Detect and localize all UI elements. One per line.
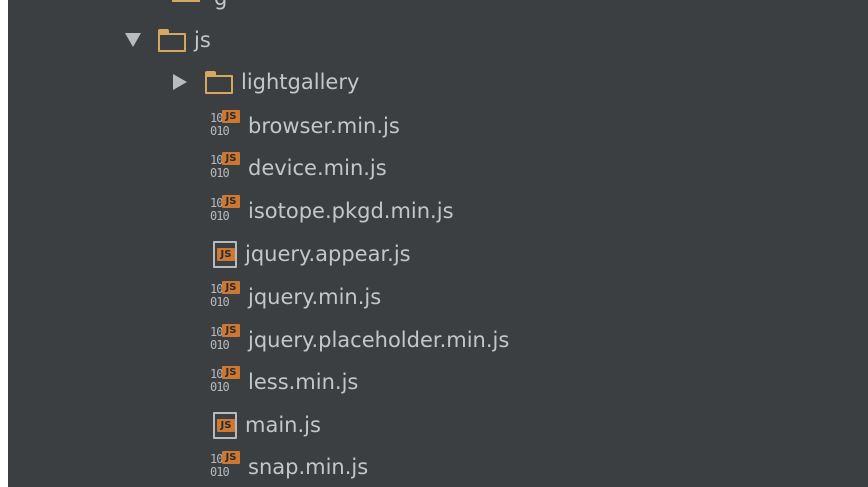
minified-js-icon: 10 010 JS [210,366,240,398]
minified-js-icon: 10 010 JS [210,195,240,227]
file-label: jquery.appear.js [245,242,411,266]
file-label: isotope.pkgd.min.js [248,199,454,223]
tree-item-file[interactable]: 10 010 JS less.min.js [210,362,358,402]
tree-item-lightgallery-folder[interactable]: lightgallery [171,62,359,102]
tree-item-file[interactable]: 10 010 JS browser.min.js [210,106,400,146]
folder-label: js [194,28,211,52]
minified-js-icon: 10 010 JS [210,281,240,313]
file-label: main.js [245,413,321,437]
file-label: snap.min.js [248,455,369,479]
minified-js-icon: 10 010 JS [210,324,240,356]
tree-item-file[interactable]: 10 010 JS isotope.pkgd.min.js [210,191,454,231]
file-label: jquery.min.js [248,285,382,309]
file-label: device.min.js [248,156,387,180]
minified-js-icon: 10 010 JS [210,152,240,184]
project-tree-panel: g js lightgallery 10010JS browser.min.js… [8,0,868,487]
folder-icon [172,0,200,4]
tree-item-file[interactable]: 10 010 JS device.min.js [210,148,387,188]
file-label: jquery.placeholder.min.js [248,328,510,352]
expand-arrow-icon[interactable] [124,31,142,49]
tree-item-file[interactable]: JS jquery.appear.js [210,234,411,274]
file-label: less.min.js [248,370,359,394]
minified-js-icon: 10 010 JS [210,110,240,142]
js-file-icon: JS [213,241,237,268]
tree-item-partial-label[interactable]: g [214,0,227,10]
folder-icon [158,29,186,52]
tree-item-file[interactable]: 10 010 JS jquery.placeholder.min.js [210,320,509,360]
folder-icon [205,71,233,94]
tree-item-file[interactable]: 10 010 JS snap.min.js [210,447,368,487]
tree-item-js-folder[interactable]: js [124,20,211,60]
js-file-icon: JS [213,412,237,439]
file-label: browser.min.js [248,114,400,138]
folder-label: lightgallery [241,70,360,94]
tree-item-file[interactable]: 10 010 JS jquery.min.js [210,277,381,317]
tree-item-file[interactable]: JS main.js [210,405,321,445]
collapse-arrow-icon[interactable] [171,73,189,91]
minified-js-icon: 10 010 JS [210,451,240,483]
